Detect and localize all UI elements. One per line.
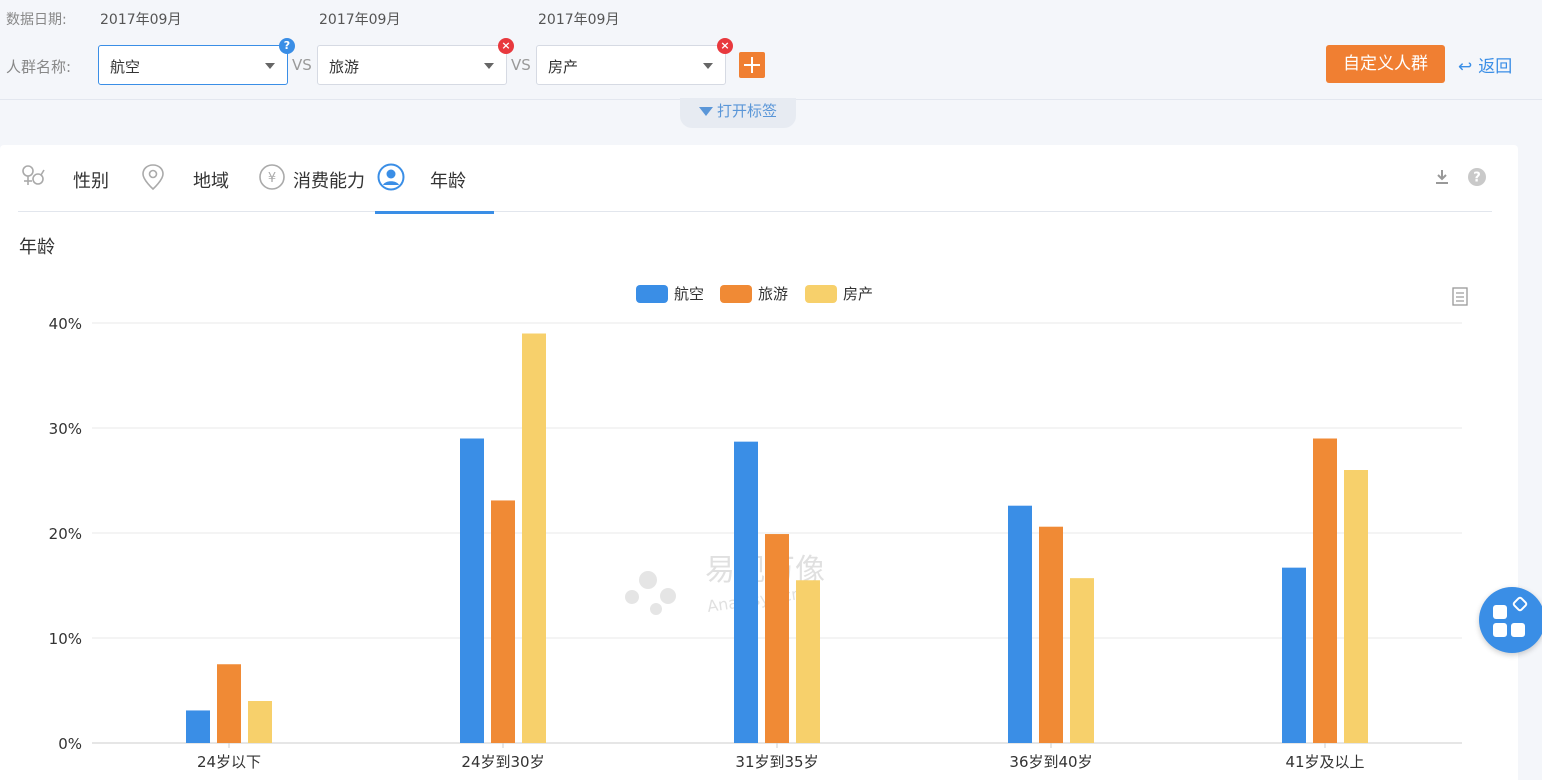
bar-航空 <box>186 710 210 743</box>
bar-房产 <box>522 333 546 743</box>
bar-航空 <box>1008 505 1032 743</box>
bar-房产 <box>1344 470 1368 743</box>
bar-旅游 <box>1039 526 1063 743</box>
chart-bars <box>186 333 1368 743</box>
x-tick-label: 36岁到40岁 <box>1009 753 1092 771</box>
grid-apps-icon <box>1493 596 1528 637</box>
legend-label: 房产 <box>843 285 873 303</box>
legend-swatch <box>805 285 837 303</box>
bar-航空 <box>1282 567 1306 743</box>
bar-航空 <box>734 441 758 743</box>
y-tick-label: 30% <box>49 420 82 438</box>
chart-legend: 航空 旅游 房产 <box>636 285 873 303</box>
float-menu-button[interactable] <box>1479 587 1542 653</box>
bar-航空 <box>460 438 484 743</box>
legend-swatch <box>720 285 752 303</box>
y-axis-labels: 0% 10% 20% 30% 40% <box>49 315 82 753</box>
y-tick-label: 40% <box>49 315 82 333</box>
bar-旅游 <box>491 500 515 743</box>
bar-旅游 <box>217 664 241 743</box>
bar-房产 <box>248 701 272 743</box>
bar-房产 <box>796 580 820 743</box>
x-axis-labels: 24岁以下 24岁到30岁 31岁到35岁 36岁到40岁 41岁及以上 <box>197 743 1365 771</box>
age-bar-chart: 0%10%20%30%40% 易观万像 Analysys.cn 24岁以下24岁… <box>49 285 1468 771</box>
bar-旅游 <box>765 534 789 743</box>
y-tick-label: 0% <box>58 735 82 753</box>
x-tick-label: 31岁到35岁 <box>735 753 818 771</box>
y-tick-label: 10% <box>49 630 82 648</box>
legend-swatch <box>636 285 668 303</box>
legend-label: 航空 <box>674 285 704 303</box>
y-tick-label: 20% <box>49 525 82 543</box>
bar-旅游 <box>1313 438 1337 743</box>
x-tick-label: 24岁到30岁 <box>461 753 544 771</box>
x-tick-label: 41岁及以上 <box>1285 753 1364 771</box>
data-view-icon[interactable] <box>1452 287 1468 306</box>
legend-label: 旅游 <box>758 285 788 303</box>
bar-房产 <box>1070 578 1094 743</box>
watermark: 易观万像 Analysys.cn <box>625 553 825 616</box>
x-tick-label: 24岁以下 <box>197 753 261 771</box>
